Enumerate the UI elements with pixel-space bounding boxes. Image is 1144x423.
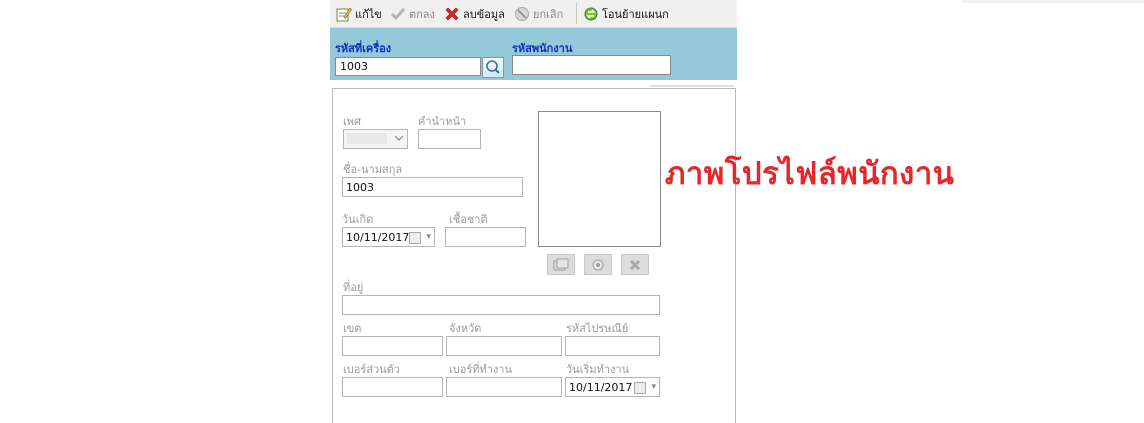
- prefix-label: คำนำหน้า: [418, 115, 467, 128]
- form-top-border: [650, 85, 734, 87]
- gender-select[interactable]: [343, 129, 408, 149]
- start-date-label: วันเริ่มทำงาน: [566, 363, 630, 376]
- red-x-icon: [444, 6, 460, 22]
- work-phone-input[interactable]: [446, 377, 562, 397]
- search-button[interactable]: [482, 57, 504, 78]
- edit-label: แก้ไข: [355, 8, 382, 21]
- district-input[interactable]: [342, 336, 443, 356]
- delete-button[interactable]: ลบข้อมูล: [444, 4, 505, 24]
- calendar-icon: [409, 232, 421, 244]
- profile-photo-caption: ภาพโปรไฟล์พนักงาน: [665, 156, 955, 192]
- employee-code-input[interactable]: [512, 55, 671, 75]
- header-panel: รหัสที่เครื่อง 1003 รหัสพนักงาน: [330, 28, 737, 80]
- toolbar: แก้ไข ตกลง ลบข้อมูล ยกเลิก โอนย้ายแผนก: [330, 0, 737, 28]
- transfer-label: โอนย้ายแผนก: [602, 8, 669, 21]
- delete-icon: [630, 259, 640, 270]
- prefix-input[interactable]: [418, 129, 481, 149]
- camera-icon: [592, 259, 604, 270]
- postcode-label: รหัสไปรษณีย์: [566, 322, 629, 335]
- edit-icon: [336, 6, 352, 22]
- birthdate-label: วันเกิด: [342, 213, 374, 226]
- camera-button[interactable]: [584, 254, 612, 275]
- edit-button[interactable]: แก้ไข: [336, 4, 382, 24]
- check-icon: [390, 6, 406, 22]
- start-date-picker[interactable]: 10/11/2017 ▾: [565, 377, 660, 397]
- personal-phone-label: เบอร์ส่วนตัว: [343, 363, 400, 376]
- transfer-icon: [583, 6, 599, 22]
- employee-form: เพศ คำนำหน้า ชื่อ-นามสกุล 1003 วันเกิด 1…: [332, 88, 736, 423]
- ok-label: ตกลง: [409, 8, 435, 21]
- postcode-input[interactable]: [565, 336, 660, 356]
- dropdown-arrow-icon: ▾: [426, 232, 431, 242]
- ok-button[interactable]: ตกลง: [390, 4, 435, 24]
- calendar-icon: [634, 382, 646, 394]
- cancel-label: ยกเลิก: [533, 8, 564, 21]
- address-input[interactable]: [342, 295, 660, 315]
- district-label: เขต: [343, 322, 362, 335]
- start-date-value: 10/11/2017: [569, 381, 633, 394]
- transfer-button[interactable]: โอนย้ายแผนก: [583, 4, 669, 24]
- nationality-label: เชื้อชาติ: [449, 213, 488, 226]
- machine-code-label: รหัสที่เครื่อง: [335, 42, 392, 55]
- fullname-label: ชื่อ-นามสกุล: [343, 163, 403, 176]
- top-right-strip: [962, 0, 1144, 3]
- birthdate-picker[interactable]: 10/11/2017 ▾: [342, 227, 435, 247]
- browse-photo-button[interactable]: [547, 254, 575, 275]
- address-label: ที่อยู่: [343, 281, 364, 294]
- gender-value: [347, 133, 387, 144]
- nationality-input[interactable]: [445, 227, 526, 247]
- toolbar-separator: [576, 3, 577, 24]
- province-input[interactable]: [446, 336, 562, 356]
- profile-photo-box: [538, 111, 661, 247]
- personal-phone-input[interactable]: [342, 377, 443, 397]
- photo-browse-icon: [553, 258, 569, 270]
- fullname-input[interactable]: 1003: [342, 177, 523, 197]
- chevron-down-icon: [394, 134, 404, 145]
- work-phone-label: เบอร์ที่ทำงาน: [449, 363, 513, 376]
- delete-label: ลบข้อมูล: [463, 8, 505, 21]
- delete-photo-button[interactable]: [621, 254, 649, 275]
- birthdate-value: 10/11/2017: [346, 231, 410, 244]
- gender-label: เพศ: [343, 115, 361, 128]
- cancel-icon: [514, 6, 530, 22]
- province-label: จังหวัด: [449, 322, 482, 335]
- dropdown-arrow-icon: ▾: [651, 382, 656, 392]
- machine-code-input[interactable]: 1003: [335, 57, 481, 76]
- search-icon: [486, 60, 500, 74]
- cancel-button[interactable]: ยกเลิก: [514, 4, 563, 24]
